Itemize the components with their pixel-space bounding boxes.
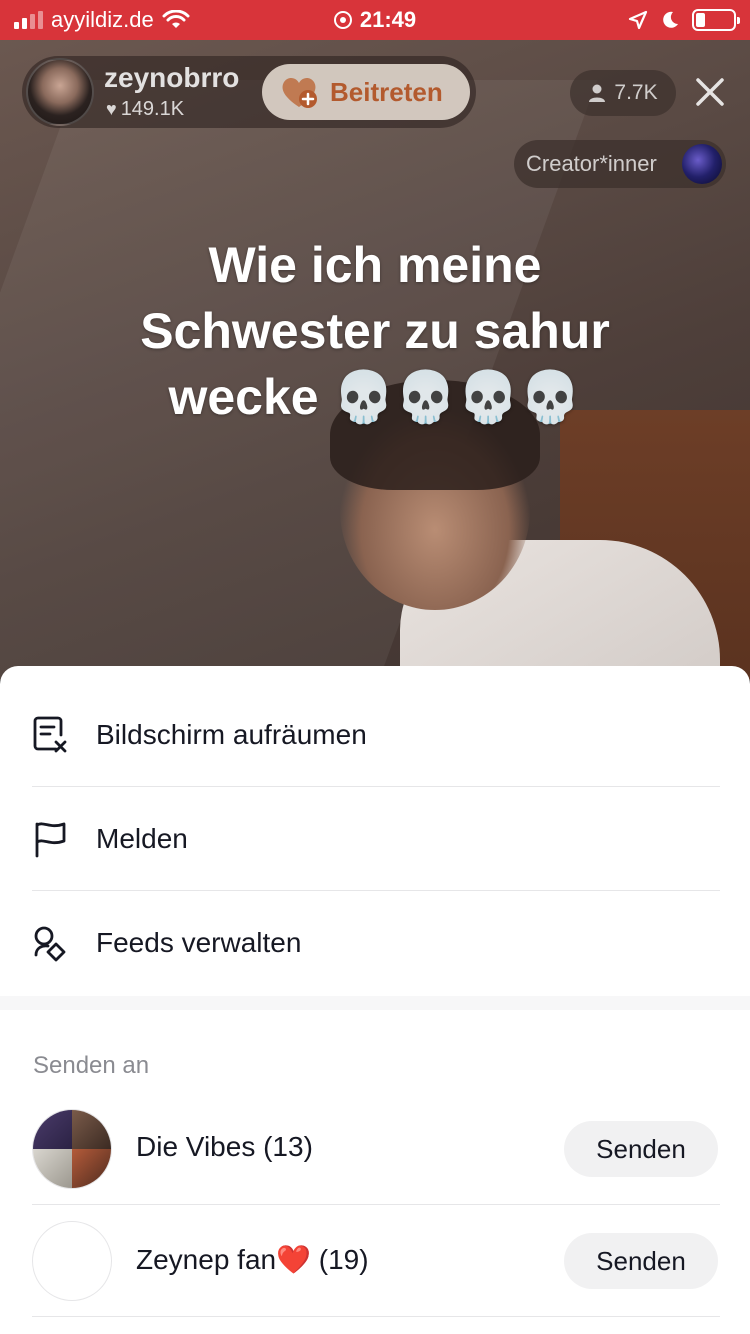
viewer-count-badge[interactable]: 7.7K: [570, 70, 676, 116]
host-avatar[interactable]: [26, 58, 94, 126]
close-icon[interactable]: [690, 72, 730, 112]
menu-label-clear-screen: Bildschirm aufräumen: [96, 719, 367, 750]
person-icon: [589, 84, 606, 102]
status-right: [628, 6, 740, 34]
section-separator: [0, 996, 750, 1010]
send-to-title: Senden an: [33, 1052, 150, 1079]
creator-avatar: [682, 144, 722, 184]
fan-heart-plus-icon: [282, 77, 317, 108]
creator-label: Creator*inner: [526, 151, 657, 176]
flag-icon: [35, 822, 66, 858]
send-button[interactable]: Senden: [564, 1121, 718, 1177]
divider: [32, 1204, 720, 1205]
time-label: 21:49: [359, 7, 417, 32]
battery-icon: [692, 9, 740, 31]
contact-row[interactable]: Die Vibes (13) Senden: [32, 1109, 720, 1189]
feed-manage-icon: [34, 926, 66, 962]
join-button[interactable]: Beitreten: [262, 64, 470, 120]
viewer-count: 7.7K: [614, 81, 658, 104]
contact-name: Zeynep fan❤️ (19): [136, 1244, 369, 1275]
host-name[interactable]: zeynobrro: [104, 62, 239, 94]
heart-icon: ♥: [106, 99, 117, 119]
host-likes-count: 149.1K: [120, 98, 185, 120]
group-avatar: [32, 1109, 112, 1189]
divider: [32, 1316, 720, 1317]
contact-row[interactable]: Zeynep fan❤️ (19) Senden: [32, 1221, 720, 1301]
menu-label-manage-feeds: Feeds verwalten: [96, 927, 302, 958]
moon-icon: [663, 11, 678, 28]
status-bar: ayyildiz.de 21:49: [0, 0, 750, 40]
join-label: Beitreten: [330, 76, 443, 107]
clear-screen-icon: [33, 716, 67, 753]
menu-item-manage-feeds[interactable]: Feeds verwalten: [32, 891, 720, 995]
video-caption: Wie ich meine Schwester zu sahur wecke 💀…: [140, 237, 610, 425]
contact-name: Die Vibes (13): [136, 1131, 313, 1162]
menu-label-report: Melden: [96, 823, 188, 854]
send-button[interactable]: Senden: [564, 1233, 718, 1289]
menu-item-clear-screen[interactable]: Bildschirm aufräumen: [32, 683, 720, 787]
screen-record-icon: [333, 11, 352, 29]
creator-ranking-pill[interactable]: Creator*inner: [514, 140, 726, 188]
battery-level: [696, 13, 705, 27]
location-arrow-icon: [628, 10, 648, 30]
menu-item-report[interactable]: Melden: [32, 787, 720, 891]
host-likes: ♥ 149.1K: [106, 98, 184, 121]
contact-avatar: [32, 1221, 112, 1301]
